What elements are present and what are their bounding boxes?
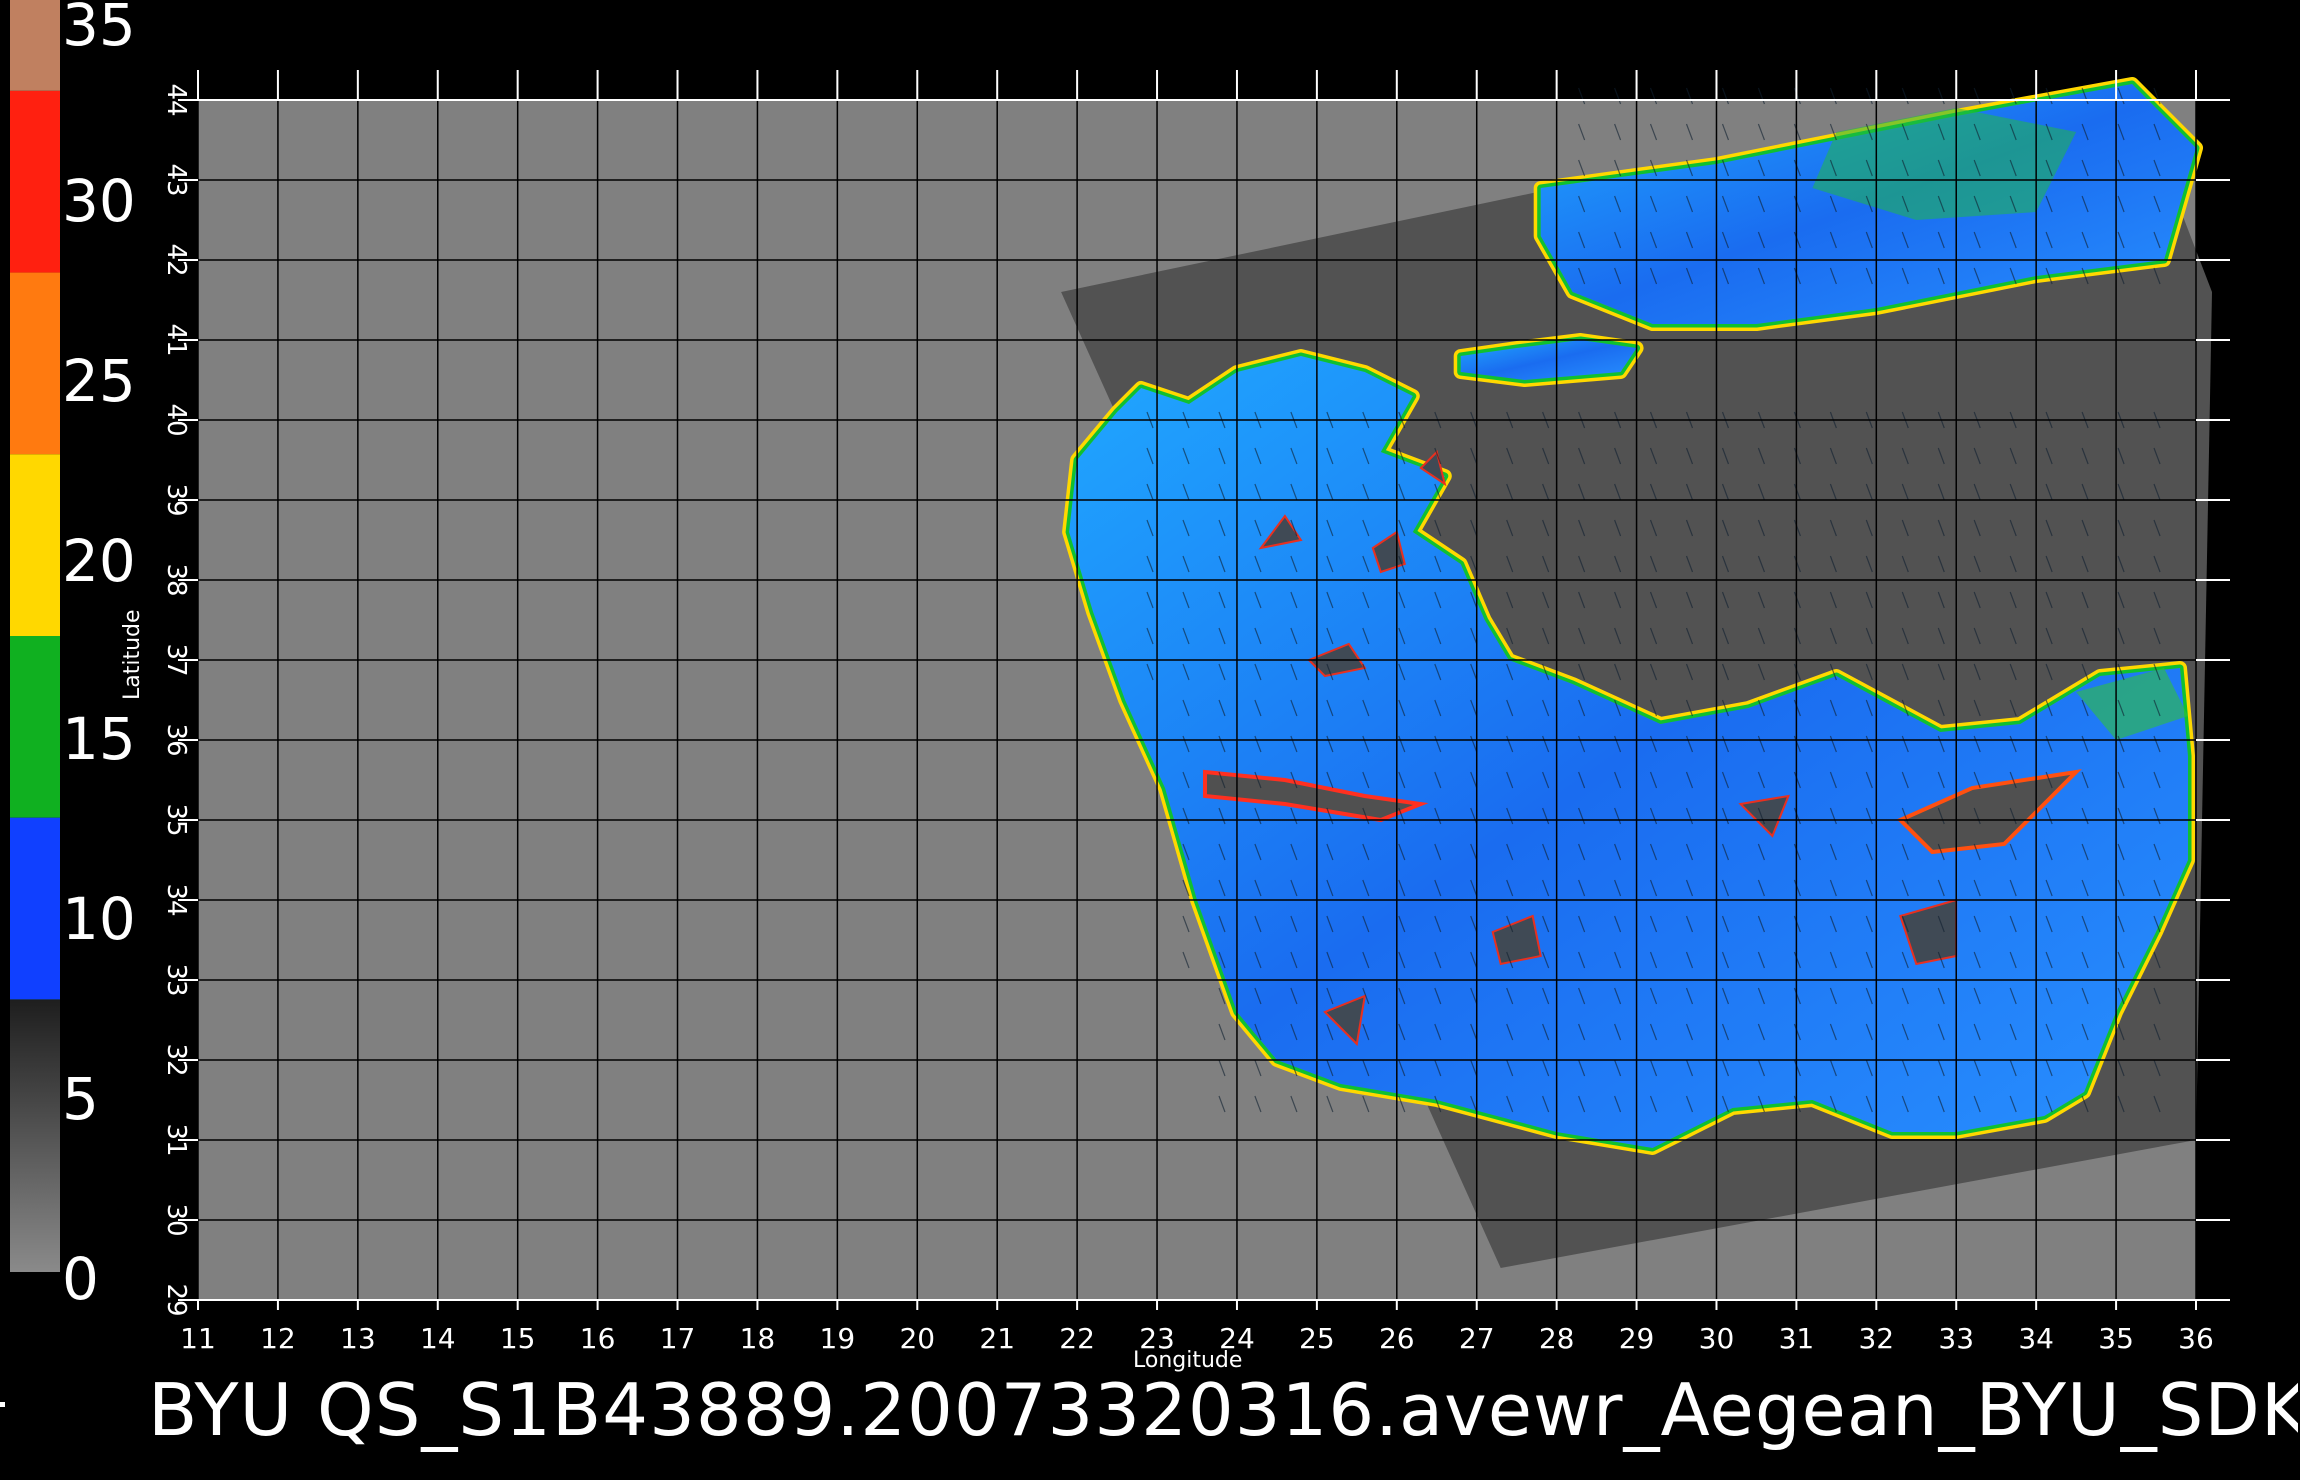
lon-tick-label: 25	[1299, 1322, 1335, 1355]
lat-tick-label: 41	[161, 323, 191, 356]
lat-tick-label: 31	[161, 1123, 191, 1156]
lon-tick-label: 30	[1699, 1322, 1735, 1355]
lon-tick-label: 14	[420, 1322, 456, 1355]
lon-tick-label: 13	[340, 1322, 376, 1355]
lon-tick-label: 34	[2018, 1322, 2054, 1355]
lat-tick-label: 36	[161, 723, 191, 756]
map-figure: 35 30 25 20 15 10 5 0 11 12 13 14 15 16 17 18 19…	[0, 0, 2300, 1480]
lon-tick-label: 19	[820, 1322, 856, 1355]
lon-tick-label: 15	[500, 1322, 536, 1355]
edge-marker	[0, 1402, 5, 1407]
lon-tick-label: 17	[660, 1322, 696, 1355]
lat-tick-label: 33	[161, 963, 191, 996]
lat-tick-label: 44	[161, 83, 191, 116]
lat-tick-label: 40	[161, 403, 191, 436]
wind-map-plot: 11 12 13 14 15 16 17 18 19 20 21 22 23 24 25 26 27 28 29 30…	[161, 70, 2230, 1355]
lon-tick-label: 20	[899, 1322, 935, 1355]
lon-tick-label: 27	[1459, 1322, 1495, 1355]
lon-tick-label: 35	[2098, 1322, 2134, 1355]
image-caption: BYU QS_S1B43889.20073320316.avewr_Aegean…	[148, 1368, 2298, 1452]
lon-tick-label: 28	[1539, 1322, 1575, 1355]
lon-tick-label: 16	[580, 1322, 616, 1355]
y-axis-title: Latitude	[120, 609, 145, 700]
lon-tick-label: 32	[1858, 1322, 1894, 1355]
lat-tick-label: 35	[161, 803, 191, 836]
lon-tick-label: 26	[1379, 1322, 1415, 1355]
lat-tick-label: 32	[161, 1043, 191, 1076]
lon-tick-label: 21	[979, 1322, 1015, 1355]
lon-tick-label: 22	[1059, 1322, 1095, 1355]
lon-tick-label: 36	[2178, 1322, 2214, 1355]
lat-tick-label: 42	[161, 243, 191, 276]
lat-tick-label: 43	[161, 163, 191, 196]
lon-tick-label: 11	[180, 1322, 216, 1355]
lat-tick-label: 37	[161, 643, 191, 676]
lat-tick-label: 39	[161, 483, 191, 516]
lat-tick-label: 30	[161, 1203, 191, 1236]
lon-tick-label: 12	[260, 1322, 296, 1355]
lon-tick-label: 18	[740, 1322, 776, 1355]
lon-tick-label: 29	[1619, 1322, 1655, 1355]
lon-tick-label: 33	[1938, 1322, 1974, 1355]
lon-tick-label: 31	[1779, 1322, 1815, 1355]
lat-tick-label: 29	[161, 1283, 191, 1316]
lat-tick-label: 38	[161, 563, 191, 596]
lat-tick-label: 34	[161, 883, 191, 916]
